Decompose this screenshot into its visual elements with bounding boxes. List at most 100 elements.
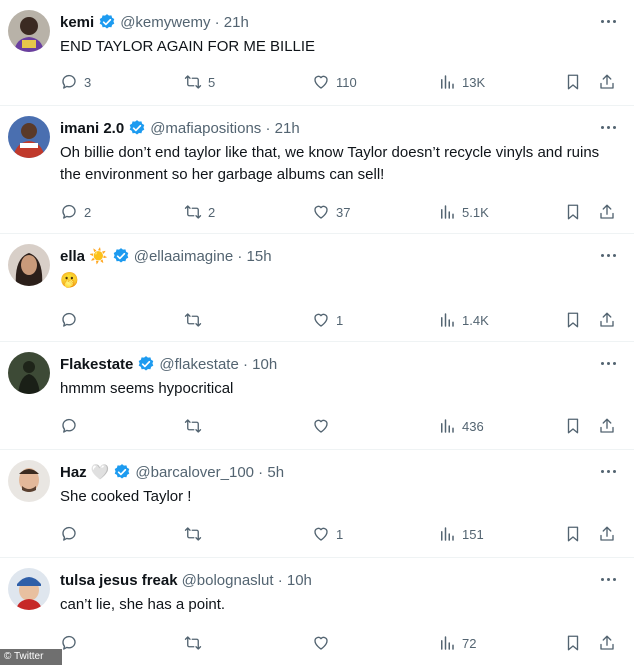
share-icon: [600, 204, 614, 219]
like-button[interactable]: 1: [312, 523, 343, 545]
verified-badge-icon: [113, 463, 131, 481]
views-button[interactable]: 13K: [438, 71, 485, 93]
like-button[interactable]: 1: [312, 309, 343, 331]
action-bar: 3 5 110 13K: [60, 71, 618, 93]
timestamp[interactable]: 10h: [252, 356, 277, 373]
timestamp[interactable]: 10h: [287, 572, 312, 589]
like-count: 37: [336, 204, 351, 220]
bookmark-button[interactable]: [564, 71, 582, 93]
like-button[interactable]: 110: [312, 71, 357, 93]
tweet-text: 🫢: [60, 272, 79, 289]
views-button[interactable]: 151: [438, 523, 484, 545]
tweet[interactable]: ella ☀️ @ellaaimagine · 15h 🫢 1 1.4K: [0, 234, 634, 342]
more-options-icon[interactable]: [598, 462, 618, 480]
tweet-header: imani 2.0 @mafiapositions · 21h: [60, 117, 300, 139]
more-options-icon[interactable]: [598, 570, 618, 588]
share-button[interactable]: [598, 415, 616, 437]
retweet-icon: [184, 205, 202, 219]
avatar[interactable]: [8, 116, 50, 158]
heart-icon: [314, 636, 328, 650]
avatar[interactable]: [8, 460, 50, 502]
separator-dot: ·: [238, 355, 253, 373]
views-chart-icon: [441, 75, 454, 89]
bookmark-button[interactable]: [564, 632, 582, 654]
bookmark-icon: [567, 204, 579, 220]
avatar[interactable]: [8, 352, 50, 394]
retweet-button[interactable]: [184, 523, 208, 545]
retweet-icon: [184, 527, 202, 541]
retweet-button[interactable]: 5: [184, 71, 215, 93]
user-handle[interactable]: @barcalover_100: [135, 464, 254, 481]
share-button[interactable]: [598, 523, 616, 545]
more-options-icon[interactable]: [598, 118, 618, 136]
heart-icon: [314, 205, 328, 219]
share-button[interactable]: [598, 71, 616, 93]
like-button[interactable]: 37: [312, 201, 350, 223]
action-bar: 72: [60, 632, 618, 654]
bookmark-button[interactable]: [564, 523, 582, 545]
heart-icon: [314, 313, 328, 327]
bookmark-button[interactable]: [564, 415, 582, 437]
share-icon: [600, 635, 614, 650]
verified-badge-icon: [98, 13, 116, 31]
views-button[interactable]: 1.4K: [438, 309, 489, 331]
retweet-button[interactable]: [184, 632, 208, 654]
share-button[interactable]: [598, 201, 616, 223]
heart-icon: [314, 75, 328, 89]
more-options-icon[interactable]: [598, 354, 618, 372]
tweet[interactable]: Flakestate @flakestate · 10h hmmm seems …: [0, 342, 634, 450]
views-button[interactable]: 72: [438, 632, 476, 654]
user-handle[interactable]: @flakestate: [159, 356, 238, 373]
display-name[interactable]: Flakestate: [60, 356, 133, 373]
retweet-count: 5: [208, 74, 216, 90]
user-handle[interactable]: @mafiapositions: [150, 120, 261, 137]
timestamp[interactable]: 15h: [247, 248, 272, 265]
timestamp[interactable]: 5h: [267, 464, 284, 481]
tweet[interactable]: imani 2.0 @mafiapositions · 21h Oh billi…: [0, 106, 634, 234]
reply-button[interactable]: [60, 523, 84, 545]
reply-button[interactable]: 3: [60, 71, 91, 93]
views-button[interactable]: 436: [438, 415, 484, 437]
tweet-text: Oh billie don’t end taylor like that, we…: [60, 144, 600, 183]
user-handle[interactable]: @bolognaslut: [182, 572, 274, 589]
display-name[interactable]: tulsa jesus freak: [60, 572, 178, 589]
like-button[interactable]: [312, 632, 336, 654]
share-button[interactable]: [598, 309, 616, 331]
reply-button[interactable]: [60, 632, 84, 654]
timestamp[interactable]: 21h: [275, 120, 300, 137]
timestamp[interactable]: 21h: [224, 14, 249, 31]
tweet[interactable]: tulsa jesus freak @bolognaslut · 10h can…: [0, 558, 634, 665]
more-options-icon[interactable]: [598, 12, 618, 30]
like-button[interactable]: [312, 415, 336, 437]
tweet-header: kemi @kemywemy · 21h: [60, 11, 249, 33]
tweet[interactable]: kemi @kemywemy · 21h END TAYLOR AGAIN FO…: [0, 0, 634, 106]
views-button[interactable]: 5.1K: [438, 201, 489, 223]
user-handle[interactable]: @kemywemy: [120, 14, 210, 31]
name-emoji-sun: ☀️: [89, 248, 108, 265]
avatar[interactable]: [8, 10, 50, 52]
more-options-icon[interactable]: [598, 246, 618, 264]
retweet-button[interactable]: [184, 415, 208, 437]
user-handle[interactable]: @ellaaimagine: [134, 248, 233, 265]
display-name[interactable]: kemi: [60, 14, 94, 31]
display-name[interactable]: ella: [60, 248, 85, 265]
tweet[interactable]: Haz 🤍 @barcalover_100 · 5h She cooked Ta…: [0, 450, 634, 558]
retweet-button[interactable]: 2: [184, 201, 215, 223]
reply-button[interactable]: 2: [60, 201, 91, 223]
retweet-button[interactable]: [184, 309, 208, 331]
avatar[interactable]: [8, 568, 50, 610]
retweet-icon: [184, 313, 202, 327]
bookmark-button[interactable]: [564, 201, 582, 223]
share-button[interactable]: [598, 632, 616, 654]
display-name[interactable]: Haz: [60, 464, 87, 481]
reply-button[interactable]: [60, 309, 84, 331]
display-name[interactable]: imani 2.0: [60, 120, 124, 137]
reply-button[interactable]: [60, 415, 84, 437]
bookmark-icon: [567, 635, 579, 651]
tweet-header: tulsa jesus freak @bolognaslut · 10h: [60, 569, 312, 591]
source-watermark: © Twitter: [0, 649, 62, 665]
avatar[interactable]: [8, 244, 50, 286]
tweet-text: END TAYLOR AGAIN FOR ME BILLIE: [60, 38, 316, 55]
tweet-text: hmmm seems hypocritical: [60, 380, 234, 397]
bookmark-button[interactable]: [564, 309, 582, 331]
